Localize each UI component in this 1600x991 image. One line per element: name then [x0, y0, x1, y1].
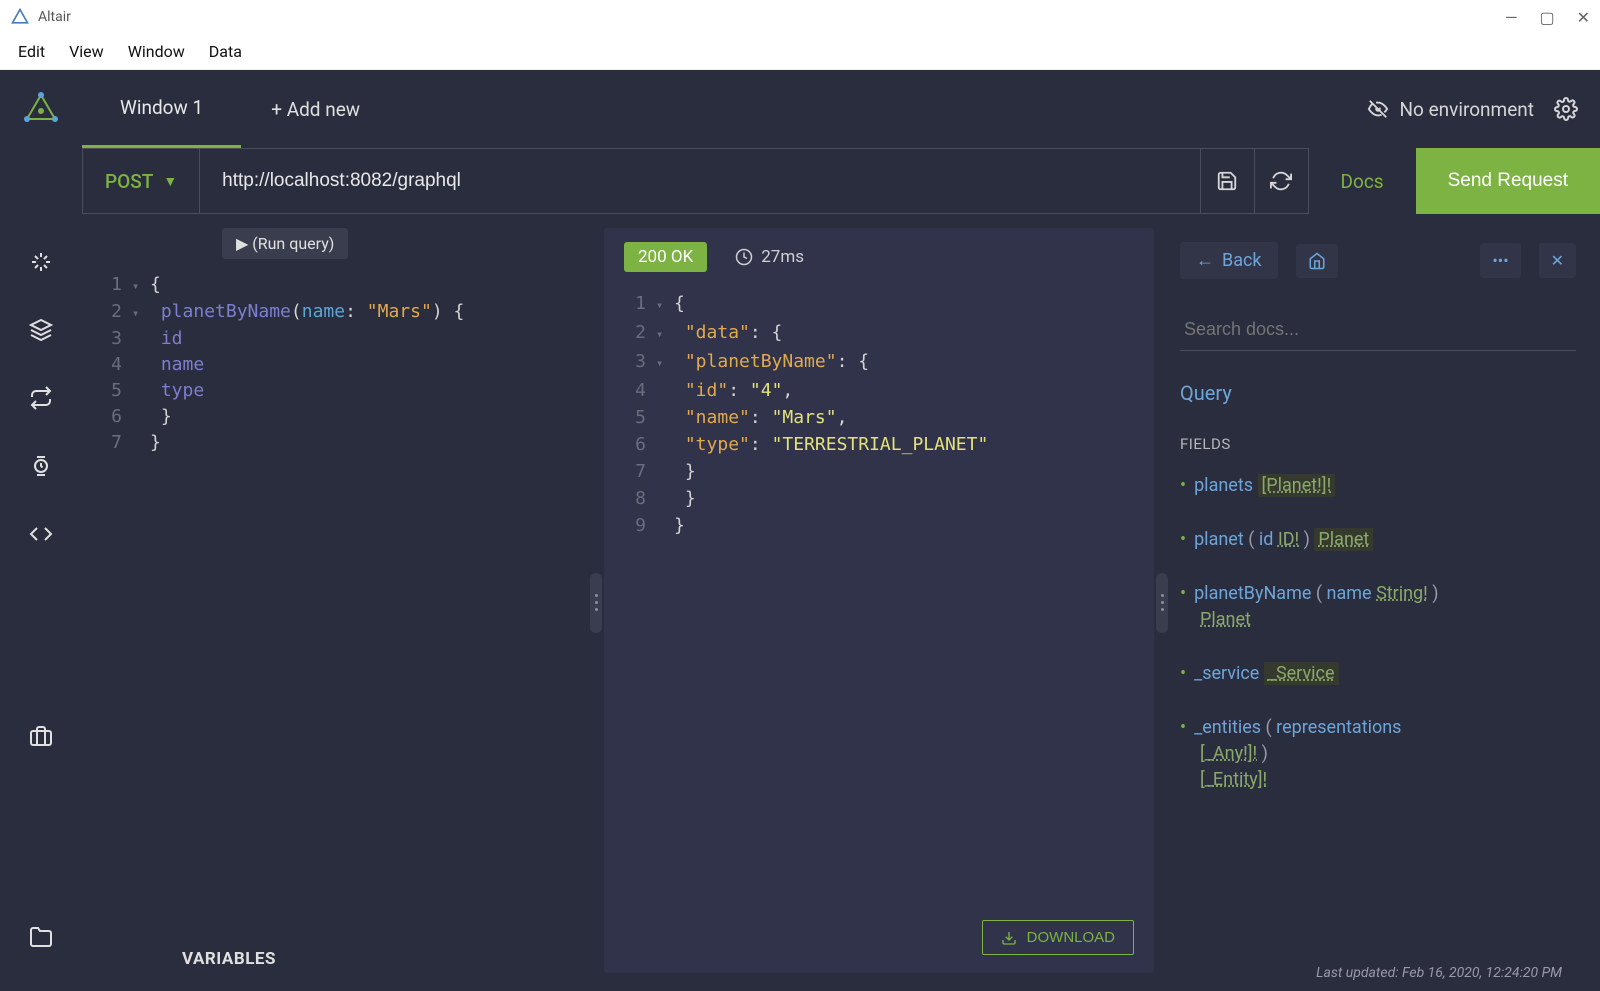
settings-button[interactable] [1552, 95, 1580, 123]
add-tab-button[interactable]: + Add new [241, 70, 390, 148]
reload-schema-button[interactable] [1255, 148, 1309, 214]
docs-type-link[interactable]: String! [1376, 583, 1428, 604]
docs-home-button[interactable] [1296, 244, 1338, 278]
gear-icon [1554, 97, 1578, 121]
maximize-icon[interactable]: ▢ [1539, 8, 1554, 27]
swap-icon [29, 386, 53, 410]
rail-code-button[interactable] [27, 520, 55, 548]
docs-back-button[interactable]: ← Back [1180, 242, 1278, 279]
watch-icon [29, 454, 53, 478]
altair-app-icon [19, 87, 63, 131]
response-panel: 200 OK 27ms 1▾{2▾ "data": {3▾ "planetByN… [604, 228, 1154, 973]
close-icon[interactable]: ✕ [1577, 8, 1590, 27]
query-editor[interactable]: 1▾{2▾ planetByName(name: "Mars") {3 id4 … [100, 272, 588, 456]
docs-type-link[interactable]: _Service [1264, 662, 1339, 685]
sparkle-icon [29, 250, 53, 274]
docs-field-name[interactable]: planet [1194, 529, 1244, 550]
app-logo [0, 87, 82, 131]
docs-field: •planets [Planet!]! [1180, 473, 1576, 499]
docs-type-link[interactable]: Planet [1200, 609, 1251, 630]
drag-handle-icon [590, 573, 602, 633]
menu-edit[interactable]: Edit [6, 36, 57, 67]
close-icon: ✕ [1551, 251, 1564, 270]
docs-more-button[interactable]: ••• [1480, 243, 1520, 278]
eye-off-icon [1367, 98, 1389, 120]
altair-logo-icon [10, 7, 30, 27]
tab-window-1[interactable]: Window 1 [82, 70, 241, 148]
send-request-button[interactable]: Send Request [1416, 148, 1600, 214]
docs-field-name[interactable]: planetByName [1194, 583, 1311, 604]
docs-type-title[interactable]: Query [1180, 381, 1576, 405]
code-icon [29, 522, 53, 546]
docs-field-name[interactable]: _entities [1194, 717, 1261, 738]
url-input[interactable] [199, 148, 1200, 214]
window-title: Altair [38, 9, 1505, 25]
docs-last-updated: Last updated: Feb 16, 2020, 12:24:20 PM [1180, 951, 1576, 981]
menu-window[interactable]: Window [116, 36, 197, 67]
docs-type-link[interactable]: [Planet!]! [1258, 474, 1336, 497]
rail-subscription-button[interactable] [27, 452, 55, 480]
http-method-label: POST [105, 170, 153, 193]
docs-search-input[interactable] [1180, 309, 1576, 351]
menu-data[interactable]: Data [197, 36, 254, 67]
docs-type-link[interactable]: ID! [1278, 529, 1299, 550]
run-query-button[interactable]: ▶ (Run query) [222, 228, 348, 259]
splitter-left[interactable] [588, 214, 604, 991]
cube-icon [29, 318, 53, 342]
title-bar: Altair — ▢ ✕ [0, 0, 1600, 34]
rail-headers-button[interactable] [27, 248, 55, 276]
response-viewer[interactable]: 1▾{2▾ "data": {3▾ "planetByName": {4 "id… [604, 286, 1154, 973]
docs-field: •planetByName ( name String! )Planet [1180, 581, 1576, 633]
dots-icon: ••• [1492, 251, 1508, 270]
docs-panel: ← Back ••• ✕ [1170, 214, 1600, 991]
response-time: 27ms [735, 247, 804, 267]
arrow-left-icon: ← [1196, 250, 1214, 271]
docs-type-link[interactable]: [_Any!]! [1200, 743, 1257, 764]
rail-history-button[interactable] [27, 384, 55, 412]
minimize-icon[interactable]: — [1505, 8, 1518, 27]
docs-type-link[interactable]: Planet [1314, 528, 1373, 551]
menu-bar: Edit View Window Data [0, 34, 1600, 70]
briefcase-icon [29, 724, 53, 748]
docs-field-name[interactable]: planets [1194, 475, 1253, 496]
left-rail [0, 214, 82, 991]
drag-handle-icon [1156, 573, 1168, 633]
clock-icon [735, 248, 753, 266]
tab-bar: Window 1 + Add new No environment [0, 70, 1600, 148]
save-icon [1216, 170, 1238, 192]
docs-close-button[interactable]: ✕ [1539, 243, 1576, 278]
variables-toggle[interactable]: VARIABLES [182, 949, 276, 969]
docs-field: •_entities ( representations [_Any!]! )[… [1180, 715, 1576, 793]
environment-label: No environment [1399, 98, 1534, 121]
query-editor-panel: ▶ (Run query) 1▾{2▾ planetByName(name: "… [82, 214, 588, 991]
chevron-down-icon: ▼ [163, 173, 177, 190]
environment-selector[interactable]: No environment [1367, 98, 1552, 121]
download-button[interactable]: DOWNLOAD [982, 920, 1134, 955]
folder-icon [29, 925, 53, 949]
splitter-right[interactable] [1154, 214, 1170, 991]
home-icon [1308, 252, 1326, 270]
download-icon [1001, 930, 1017, 946]
rail-folder-button[interactable] [27, 923, 55, 951]
docs-field: •planet ( id ID! ) Planet [1180, 527, 1576, 553]
docs-toggle-button[interactable]: Docs [1309, 148, 1416, 214]
docs-fields-heading: FIELDS [1180, 435, 1576, 453]
save-request-button[interactable] [1201, 148, 1255, 214]
menu-view[interactable]: View [57, 36, 116, 67]
docs-field-name[interactable]: _service [1194, 663, 1259, 684]
request-bar: POST ▼ Docs Send Request [0, 148, 1600, 214]
rail-briefcase-button[interactable] [27, 722, 55, 750]
refresh-icon [1270, 170, 1292, 192]
http-method-selector[interactable]: POST ▼ [82, 148, 199, 214]
docs-fields-list: •planets [Planet!]! •planet ( id ID! ) Pl… [1180, 473, 1576, 821]
docs-field: •_service _Service [1180, 661, 1576, 687]
response-status: 200 OK [624, 242, 707, 272]
rail-collections-button[interactable] [27, 316, 55, 344]
docs-type-link[interactable]: [_Entity]! [1200, 769, 1267, 790]
